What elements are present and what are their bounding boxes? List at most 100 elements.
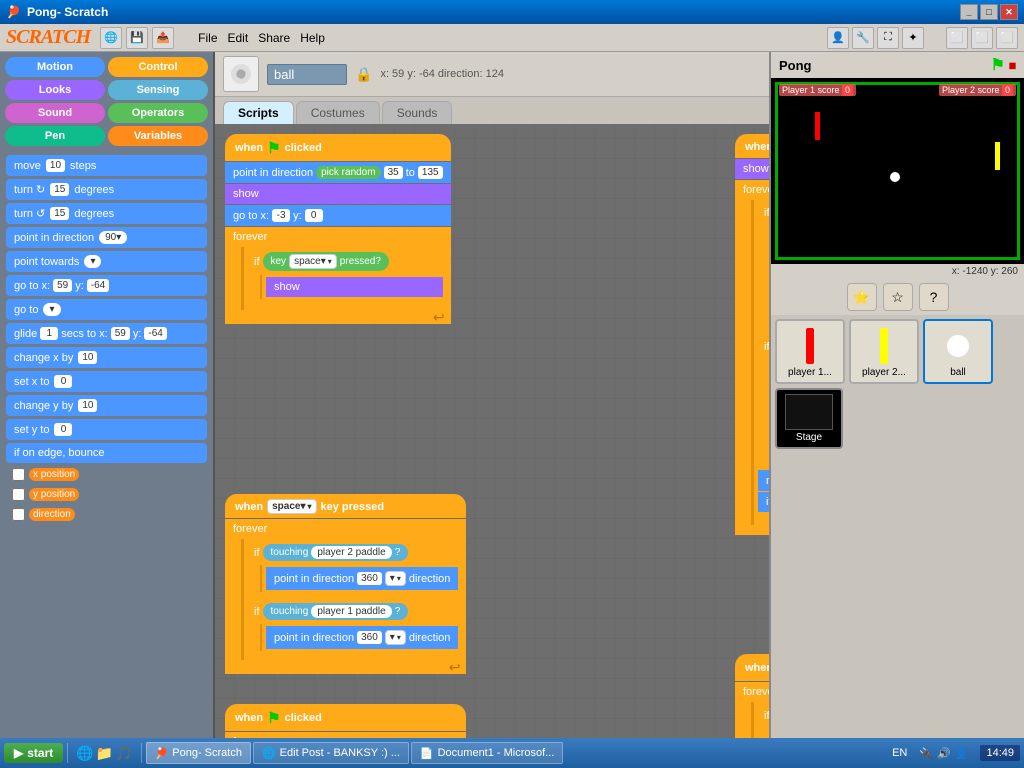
glide-block[interactable]: glide 1 secs to x: 59 y: -64 [6,323,207,344]
globe-icon[interactable]: 🌐 [100,27,122,49]
star-filled-icon[interactable]: ⭐ [847,283,877,311]
scratch-logo: SCRATCH [6,26,90,49]
taskbar-item-scratch[interactable]: 🏓 Pong- Scratch [146,742,251,764]
turn-ccw-block[interactable]: turn ↺ 15 degrees [6,203,207,224]
when-flag-hat[interactable]: when ⚑ clicked [225,134,451,161]
sounds-tab[interactable]: Sounds [382,101,453,124]
looks-category[interactable]: Looks [5,80,105,100]
edit-menu[interactable]: Edit [224,29,253,47]
when-space-hat[interactable]: when space▾ key pressed [225,494,466,518]
costumes-tab[interactable]: Costumes [296,101,380,124]
save-icon[interactable]: 💾 [126,27,148,49]
motion-category[interactable]: Motion [5,57,105,77]
star-outline-icon[interactable]: ☆ [883,283,913,311]
set-x-block[interactable]: set x to 0 [6,371,207,392]
show-cmd[interactable]: show [225,184,451,204]
if-touch-color-2[interactable]: if touching color ? [758,336,769,358]
set-y-block[interactable]: set y to 0 [6,419,207,440]
sprite-player2[interactable]: player 2... [849,319,919,384]
change-x-block[interactable]: change x by 10 [6,347,207,368]
taskbar-item-ie[interactable]: 🌐 Edit Post - BANKSY :) ... [253,742,409,764]
goto-cmd[interactable]: go to x: -3 y: 0 [225,205,451,226]
red-stop-button[interactable]: ⏹ [1009,57,1016,74]
pen-category[interactable]: Pen [5,126,105,146]
forever-block-1[interactable]: forever if key space▾ pressed? show ↩ [225,227,451,324]
sprite-player1[interactable]: player 1... [775,319,845,384]
ball-dot [890,172,900,182]
stage-sprite-item[interactable]: Stage [775,388,843,449]
layout2-icon[interactable]: ⬜ [971,27,993,49]
taskbar: ▶ start 🌐 📁 🎵 🏓 Pong- Scratch 🌐 Edit Pos… [0,738,1024,768]
user-tray-icon: 👤 [955,747,969,760]
scripts-canvas[interactable]: when ⚑ clicked point in direction pick r… [215,124,769,738]
media-icon[interactable]: 🎵 [115,745,132,762]
operators-category[interactable]: Operators [108,103,208,123]
scripts-tab[interactable]: Scripts [223,101,294,124]
taskbar-item-word[interactable]: 📄 Document1 - Microsof... [411,742,563,764]
extra-icon[interactable]: ✦ [902,27,924,49]
menu-bar: SCRATCH 🌐 💾 📤 File Edit Share Help 👤 🔧 ⛶… [0,24,1024,52]
layout1-icon[interactable]: ⬜ [946,27,968,49]
fullscreen-icon[interactable]: ⛶ [877,27,899,49]
sensing-category[interactable]: Sensing [108,80,208,100]
point-direction-block[interactable]: point in direction 90▾ [6,227,207,248]
if-key-pressed[interactable]: if key space▾ pressed? [248,249,447,274]
if-end-1 [248,593,462,599]
share-icon[interactable]: 📤 [152,27,174,49]
control-category[interactable]: Control [108,57,208,77]
if-touching-paddle1[interactable]: if touching player 1 paddle ? [248,600,462,623]
if-p1-score-5[interactable]: if Player 1 score = 5 [758,704,769,727]
forever-block-2[interactable]: forever if touching player 2 paddle ? po… [225,519,466,674]
stage-canvas[interactable]: Player 1 score 0 Player 2 score 0 [775,82,1020,260]
show-2[interactable]: show [735,159,769,179]
if-touching-paddle2[interactable]: if touching player 2 paddle ? [248,541,462,564]
close-button[interactable]: ✕ [1000,4,1018,20]
goto-xy-block[interactable]: go to x: 59 y: -64 [6,275,207,296]
move-block[interactable]: move 10 steps [6,155,207,176]
variables-category[interactable]: Variables [108,126,208,146]
point-towards-block[interactable]: point towards ▾ [6,251,207,272]
share-menu[interactable]: Share [254,29,294,47]
layout3-icon[interactable]: ⬜ [996,27,1018,49]
help-menu[interactable]: Help [296,29,329,47]
forever-block-5[interactable]: forever if Player 1 score = 5 set Player… [735,682,769,738]
clock: 14:49 [980,745,1020,761]
folder-icon[interactable]: 📁 [96,745,113,762]
when-flag-hat-3[interactable]: when ⚑ clicked [225,704,466,731]
title-bar: 🏓 Pong- Scratch _ □ ✕ [0,0,1024,24]
turn-cw-block[interactable]: turn ↻ 15 degrees [6,179,207,200]
when-flag-hat-4[interactable]: when ⚑ clicked [735,654,769,681]
sprite-name-input[interactable] [267,64,347,85]
point-direction-cmd[interactable]: point in direction pick random 35 to 135 [225,162,451,183]
edge-bounce-block[interactable]: if on edge, bounce [6,443,207,463]
script-score-check-2: when ⚑ clicked forever if Player 1 score… [735,654,769,738]
when-space-hat-2[interactable]: when space▾ key pressed [735,134,769,158]
move-5-steps[interactable]: move 5 steps [758,470,769,491]
change-y-block[interactable]: change y by 10 [6,395,207,416]
x-position-checkbox[interactable]: x position [6,466,207,483]
show-inner[interactable]: show [266,277,443,297]
file-menu[interactable]: File [194,29,221,47]
if-end-4 [758,329,769,335]
settings-icon[interactable]: 🔧 [852,27,874,49]
start-button[interactable]: ▶ start [4,743,63,763]
user-icon[interactable]: 👤 [827,27,849,49]
maximize-button[interactable]: □ [980,4,998,20]
y-position-checkbox[interactable]: y position [6,486,207,503]
sound-category[interactable]: Sound [5,103,105,123]
direction-checkbox[interactable]: direction [6,506,207,523]
minimize-button[interactable]: _ [960,4,978,20]
goto-block[interactable]: go to ▾ [6,299,207,320]
stage-border [775,82,1020,260]
point-dir-360-2[interactable]: point in direction 360 ▾ direction [266,626,458,649]
ie-icon[interactable]: 🌐 [76,745,93,762]
if-touch-color-1[interactable]: if touching color ? [758,202,769,224]
forever-block-4[interactable]: forever if touching color ? go to x: 0 y… [735,180,769,535]
question-icon[interactable]: ? [919,283,949,311]
sprite-coords: x: 59 y: -64 direction: 124 [380,68,504,80]
green-flag-button[interactable]: ⚑ [991,55,1005,75]
point-dir-360-1[interactable]: point in direction 360 ▾ direction [266,567,458,590]
sprite-ball[interactable]: ball [923,319,993,384]
stage-area: Player 1 score 0 Player 2 score 0 [771,78,1024,264]
edge-bounce[interactable]: if on edge, bounce [758,492,769,512]
